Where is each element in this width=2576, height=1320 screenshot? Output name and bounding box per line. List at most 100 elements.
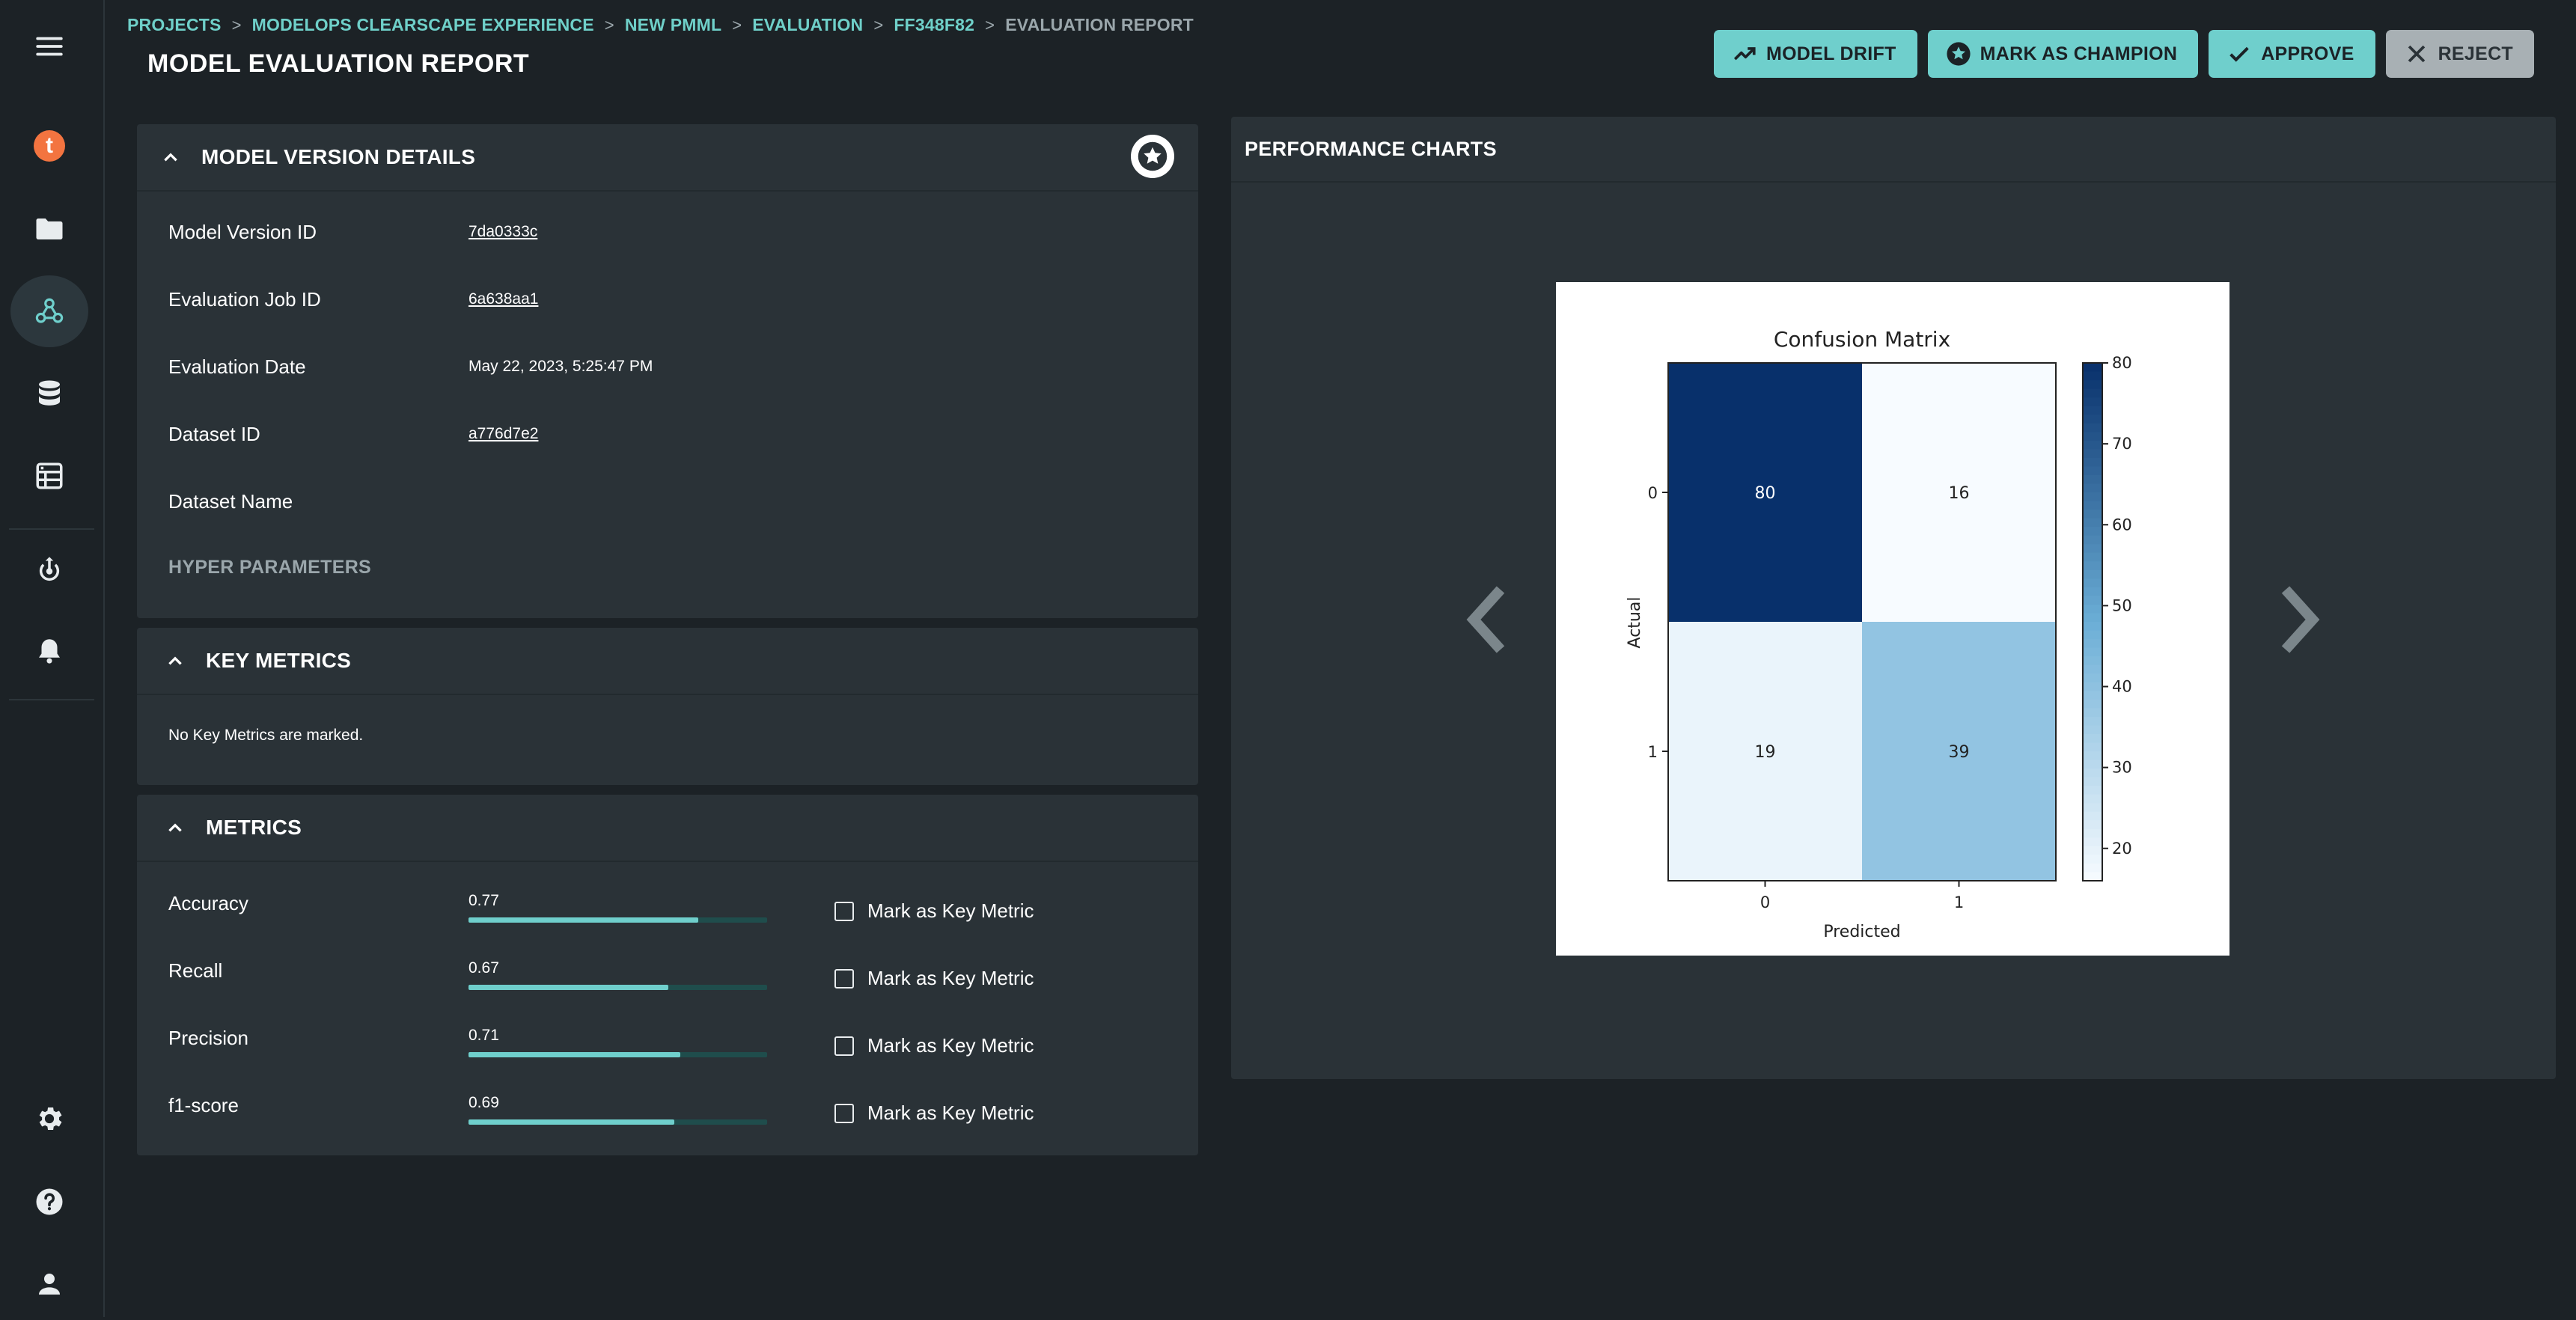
breadcrumb-current: EVALUATION REPORT: [1005, 15, 1194, 34]
performance-charts-header: PERFORMANCE CHARTS: [1231, 117, 2556, 183]
detail-row: Dataset ID a776d7e2: [137, 419, 1198, 449]
colorbar-segment: [2083, 388, 2102, 399]
metric-row: Accuracy 0.77 Mark as Key Metric: [137, 892, 1198, 937]
mark-key-metric-checkbox[interactable]: Mark as Key Metric: [834, 1034, 1034, 1057]
colorbar-segment: [2083, 535, 2102, 546]
colorbar-segment: [2083, 777, 2102, 787]
sidebar-item-projects[interactable]: [10, 193, 88, 265]
detail-row: Model Version ID 7da0333c: [137, 217, 1198, 247]
sidebar-item-user[interactable]: [10, 1248, 88, 1320]
checkbox-label: Mark as Key Metric: [867, 1101, 1034, 1124]
breadcrumb-projects[interactable]: PROJECTS: [127, 15, 222, 35]
x-tick-label: 0: [1760, 893, 1770, 911]
colorbar-segment: [2083, 449, 2102, 459]
colorbar-tick-label: 70: [2112, 435, 2132, 453]
detail-row: Dataset Name: [137, 486, 1198, 516]
key-metrics-empty-text: No Key Metrics are marked.: [168, 727, 364, 744]
colorbar-tick-label: 80: [2112, 354, 2132, 372]
model-version-id-link[interactable]: 7da0333c: [468, 223, 537, 241]
colorbar-segment: [2083, 769, 2102, 778]
hyper-parameters-heading: HYPER PARAMETERS: [168, 557, 372, 578]
reject-button[interactable]: REJECT: [2385, 30, 2534, 78]
model-version-details-header[interactable]: MODEL VERSION DETAILS: [137, 124, 1198, 192]
colorbar-segment: [2083, 569, 2102, 580]
metric-progress-fill: [468, 985, 669, 990]
folder-icon: [36, 219, 63, 239]
x-axis-label: Predicted: [1823, 923, 1900, 941]
checkbox-label: Mark as Key Metric: [867, 967, 1034, 989]
breadcrumb-separator-icon: >: [873, 15, 884, 34]
breadcrumb-evaluation[interactable]: EVALUATION: [752, 15, 863, 35]
champion-star-button[interactable]: [1131, 135, 1174, 178]
sidebar-item-help[interactable]: [10, 1166, 88, 1238]
colorbar-segment: [2083, 699, 2102, 709]
metric-progress-fill: [468, 1052, 681, 1057]
mark-key-metric-checkbox[interactable]: Mark as Key Metric: [834, 967, 1034, 990]
sidebar-item-alerts[interactable]: [10, 615, 88, 687]
metric-progress-bar: [468, 985, 767, 990]
colorbar-segment: [2083, 803, 2102, 813]
colorbar-segment: [2083, 742, 2102, 752]
detail-row: Evaluation Job ID 6a638aa1: [137, 284, 1198, 314]
metric-label: Recall: [168, 959, 223, 982]
model-drift-button[interactable]: MODEL DRIFT: [1713, 30, 1917, 78]
mark-key-metric-checkbox[interactable]: Mark as Key Metric: [834, 1101, 1034, 1125]
breadcrumb-version[interactable]: FF348F82: [894, 15, 974, 35]
dataset-id-link[interactable]: a776d7e2: [468, 425, 538, 443]
checkbox-label: Mark as Key Metric: [867, 899, 1034, 922]
breadcrumb: PROJECTS > MODELOPS CLEARSCAPE EXPERIENC…: [127, 15, 1194, 35]
sidebar-item-models[interactable]: [10, 275, 88, 347]
sidebar-item-settings[interactable]: [10, 1083, 88, 1155]
colorbar-tick-label: 40: [2112, 678, 2132, 696]
key-metrics-title: KEY METRICS: [206, 649, 352, 672]
approve-button[interactable]: APPROVE: [2209, 30, 2375, 78]
metric-label: Precision: [168, 1027, 248, 1049]
colorbar-segment: [2083, 751, 2102, 761]
chevron-right-icon[interactable]: [2272, 582, 2325, 657]
metric-row: Precision 0.71 Mark as Key Metric: [137, 1027, 1198, 1072]
mark-key-metric-checkbox[interactable]: Mark as Key Metric: [834, 899, 1034, 923]
chevron-up-icon: [164, 153, 177, 162]
colorbar-segment: [2083, 604, 2102, 614]
help-icon: [36, 1188, 63, 1215]
sidebar-item-deployments[interactable]: [10, 533, 88, 605]
mark-as-champion-button[interactable]: MARK AS CHAMPION: [1927, 30, 2199, 78]
colorbar-segment: [2083, 466, 2102, 476]
sidebar-divider: [9, 699, 94, 700]
colorbar-segment: [2083, 794, 2102, 804]
check-icon: [2229, 46, 2249, 62]
menu-button[interactable]: [10, 10, 88, 82]
deploy-icon: [39, 557, 60, 581]
evaluation-date-value: May 22, 2023, 5:25:47 PM: [468, 358, 653, 375]
evaluation-job-id-link[interactable]: 6a638aa1: [468, 290, 538, 308]
colorbar-segment: [2083, 760, 2102, 770]
brand-logo-letter: t: [34, 130, 65, 162]
colorbar-segment: [2083, 622, 2102, 632]
colorbar-segment: [2083, 725, 2102, 735]
colorbar-segment: [2083, 846, 2102, 856]
colorbar-segment: [2083, 828, 2102, 839]
colorbar-segment: [2083, 837, 2102, 847]
sidebar-item-feature-store[interactable]: [10, 440, 88, 512]
colorbar-segment: [2083, 501, 2102, 511]
colorbar-segment: [2083, 457, 2102, 468]
close-icon: [2408, 45, 2425, 63]
key-metrics-header[interactable]: KEY METRICS: [137, 628, 1198, 695]
breadcrumb-project[interactable]: MODELOPS CLEARSCAPE EXPERIENCE: [252, 15, 594, 35]
colorbar-segment: [2083, 527, 2102, 537]
x-tick-label: 1: [1954, 893, 1964, 911]
chevron-left-icon[interactable]: [1462, 582, 1514, 657]
sidebar-divider: [9, 528, 94, 530]
breadcrumb-model[interactable]: NEW PMML: [625, 15, 721, 35]
metrics-header[interactable]: METRICS: [137, 795, 1198, 862]
colorbar-segment: [2083, 561, 2102, 571]
brand-logo[interactable]: t: [10, 110, 88, 182]
y-tick-label: 1: [1648, 743, 1658, 761]
confusion-matrix-svg: Confusion Matrix Predicted Actual 80 16 19…: [1626, 327, 2132, 941]
sidebar-item-datasets[interactable]: [10, 358, 88, 430]
colorbar-segment: [2083, 613, 2102, 623]
metric-progress-fill: [468, 1119, 675, 1125]
colorbar-tick-label: 60: [2112, 516, 2132, 534]
metric-progress-bar: [468, 917, 767, 923]
colorbar-segment: [2083, 552, 2102, 563]
